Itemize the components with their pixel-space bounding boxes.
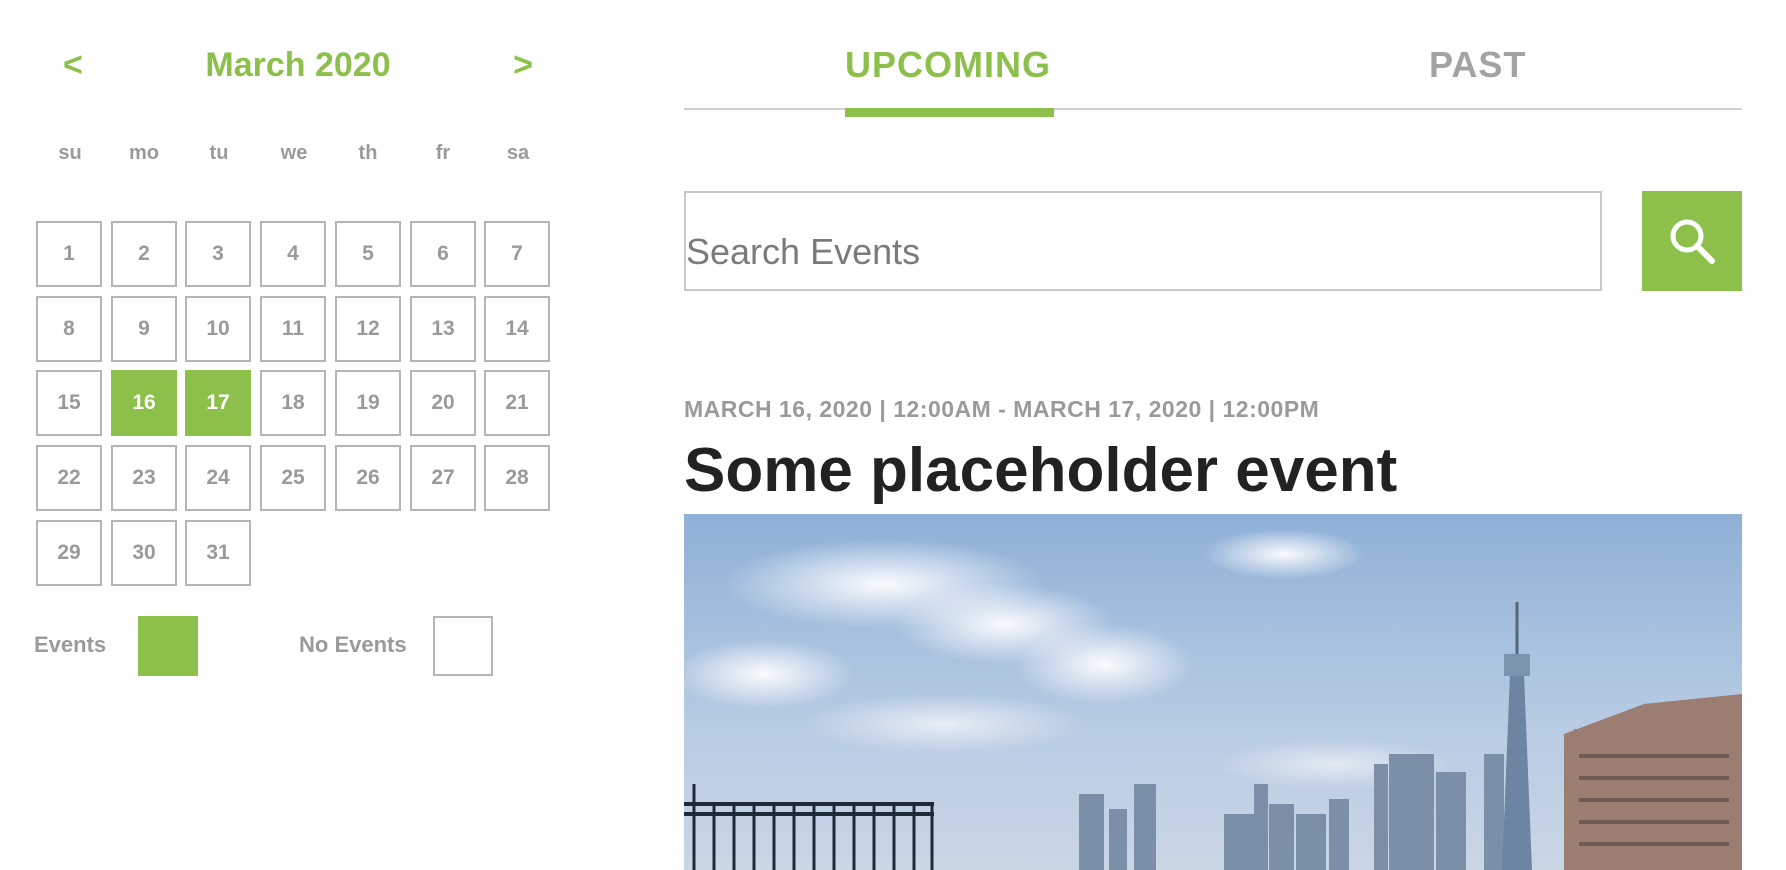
search-icon — [1670, 219, 1715, 264]
calendar-day[interactable]: 15 — [36, 370, 102, 436]
calendar-day[interactable]: 5 — [335, 221, 401, 287]
legend-no-events-swatch — [433, 616, 493, 676]
month-title: March 2020 — [205, 46, 391, 84]
search-button[interactable] — [1642, 191, 1742, 291]
calendar-day[interactable]: 17 — [185, 370, 251, 436]
calendar-day[interactable]: 21 — [484, 370, 550, 436]
calendar-day[interactable]: 28 — [484, 445, 550, 511]
calendar-day[interactable]: 19 — [335, 370, 401, 436]
calendar-day[interactable]: 13 — [410, 296, 476, 362]
search-input[interactable] — [684, 191, 1602, 291]
calendar-day[interactable]: 4 — [260, 221, 326, 287]
calendar-header: < March 2020 > — [55, 40, 541, 90]
tab-past[interactable]: PAST — [1429, 40, 1526, 90]
active-tab-indicator — [845, 108, 1054, 117]
calendar-day[interactable]: 24 — [185, 445, 251, 511]
calendar-day[interactable]: 14 — [484, 296, 550, 362]
calendar-day[interactable]: 20 — [410, 370, 476, 436]
weekday-label: sa — [506, 142, 530, 164]
calendar-day[interactable]: 31 — [185, 520, 251, 586]
weekday-label: tu — [209, 142, 229, 164]
calendar-day[interactable]: 26 — [335, 445, 401, 511]
weekday-label: mo — [129, 142, 159, 164]
calendar-legend: Events No Events — [34, 616, 554, 678]
calendar-grid: 1 2 3 4 5 6 7 8 9 10 11 12 13 14 15 16 17 18 19 20 21 22 23 24 2… — [36, 221, 556, 595]
calendar-day[interactable]: 1 — [36, 221, 102, 287]
event-image[interactable] — [684, 514, 1742, 870]
calendar-day[interactable]: 29 — [36, 520, 102, 586]
legend-events-swatch — [138, 616, 198, 676]
calendar-day[interactable]: 3 — [185, 221, 251, 287]
calendar-day[interactable]: 6 — [410, 221, 476, 287]
legend-events-label: Events — [34, 632, 107, 657]
legend-no-events-label: No Events — [299, 632, 407, 657]
city-skyline-photo — [684, 514, 1742, 870]
weekday-label: su — [58, 142, 82, 164]
calendar-day[interactable]: 8 — [36, 296, 102, 362]
calendar-day[interactable]: 16 — [111, 370, 177, 436]
calendar-day[interactable]: 22 — [36, 445, 102, 511]
weekday-label: we — [280, 142, 308, 164]
weekday-label: fr — [435, 142, 451, 164]
weekday-label: th — [358, 142, 378, 164]
calendar-day[interactable]: 18 — [260, 370, 326, 436]
event-title-link[interactable]: Some placeholder event — [684, 432, 1397, 510]
calendar-day[interactable]: 27 — [410, 445, 476, 511]
calendar-day[interactable]: 25 — [260, 445, 326, 511]
event-tabs: UPCOMING PAST — [684, 30, 1742, 118]
event-calendar: < March 2020 > su mo tu we th fr sa 1234… — [0, 0, 600, 870]
tab-upcoming[interactable]: UPCOMING — [845, 40, 1051, 90]
next-month-button[interactable]: > — [513, 40, 533, 90]
calendar-day[interactable]: 7 — [484, 221, 550, 287]
calendar-day[interactable]: 10 — [185, 296, 251, 362]
calendar-day[interactable]: 30 — [111, 520, 177, 586]
calendar-day[interactable]: 23 — [111, 445, 177, 511]
calendar-day[interactable]: 9 — [111, 296, 177, 362]
calendar-day[interactable]: 11 — [260, 296, 326, 362]
event-datetime: MARCH 16, 2020 | 12:00AM - MARCH 17, 202… — [684, 396, 1320, 422]
calendar-day[interactable]: 2 — [111, 221, 177, 287]
tabs-divider — [684, 108, 1742, 110]
calendar-day[interactable]: 12 — [335, 296, 401, 362]
